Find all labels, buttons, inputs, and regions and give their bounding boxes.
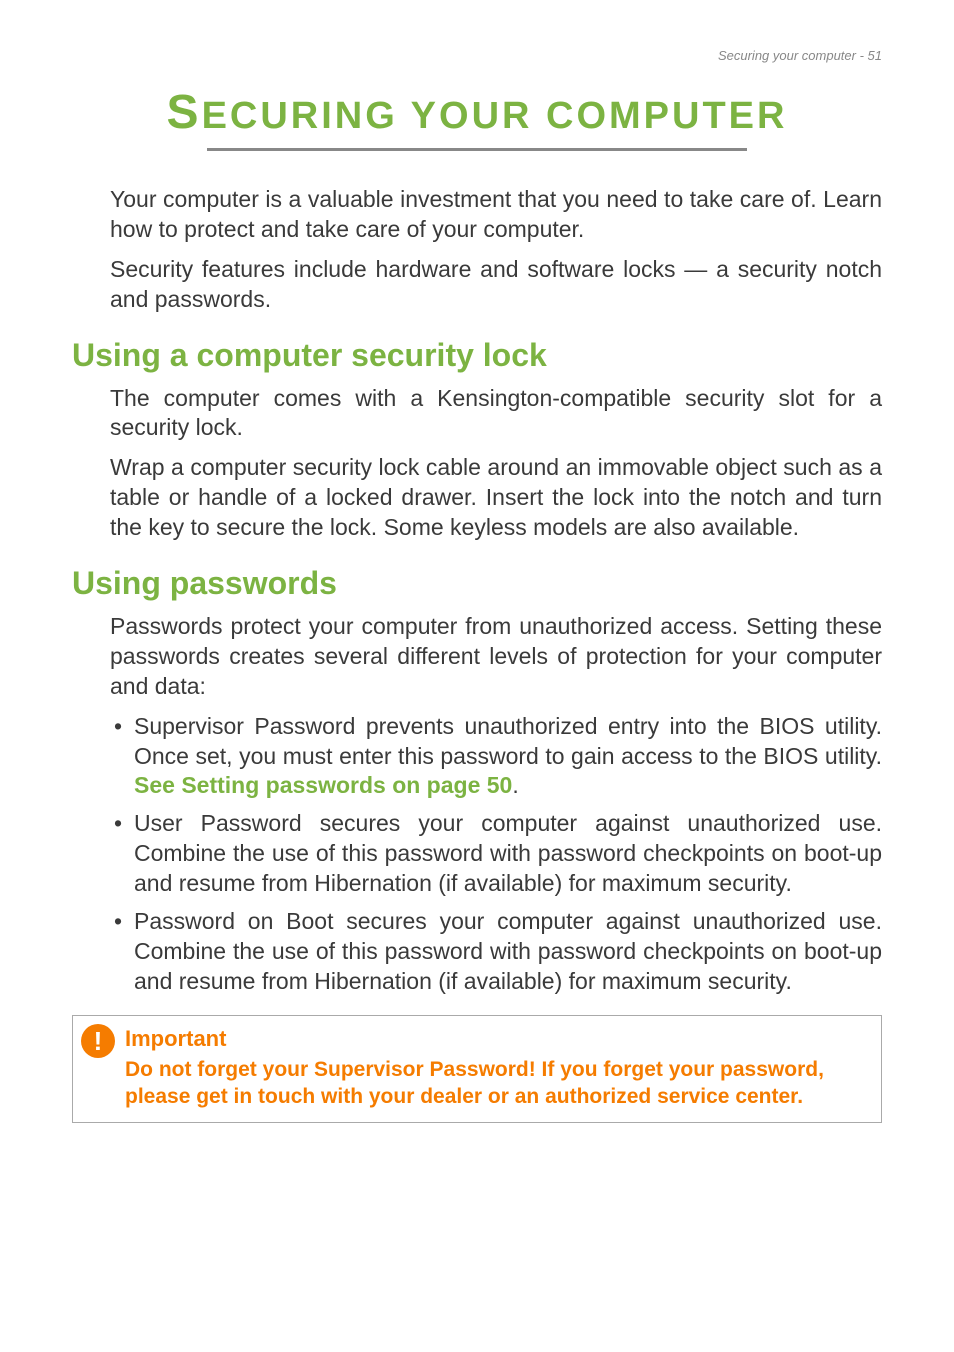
bullet-text-pre: Supervisor Password prevents unauthorize… xyxy=(134,713,882,769)
title-first-cap: S xyxy=(167,86,202,139)
title-rest: ECURING YOUR COMPUTER xyxy=(202,95,788,137)
section-heading-passwords: Using passwords xyxy=(72,565,882,602)
page-title: SECURING YOUR COMPUTER xyxy=(72,85,882,140)
list-item: Password on Boot secures your computer a… xyxy=(110,907,882,997)
bullet-text-pre: Password on Boot secures your computer a… xyxy=(134,908,882,994)
callout-body: Do not forget your Supervisor Password! … xyxy=(125,1056,869,1111)
section-heading-security-lock: Using a computer security lock xyxy=(72,337,882,374)
list-item: Supervisor Password prevents unauthorize… xyxy=(110,712,882,802)
section1-paragraph-1: The computer comes with a Kensington-com… xyxy=(110,384,882,444)
page-container: Securing your computer - 51 SECURING YOU… xyxy=(0,0,954,1123)
intro-paragraph-2: Security features include hardware and s… xyxy=(110,255,882,315)
section2-paragraph-1: Passwords protect your computer from una… xyxy=(110,612,882,702)
running-header: Securing your computer - 51 xyxy=(72,48,882,63)
bullet-text-pre: User Password secures your computer agai… xyxy=(134,810,882,896)
title-underline xyxy=(207,148,747,151)
cross-reference-link[interactable]: See Setting passwords on page 50 xyxy=(134,772,512,798)
callout-title: Important xyxy=(125,1026,869,1052)
password-bullet-list: Supervisor Password prevents unauthorize… xyxy=(110,712,882,997)
important-callout: ! Important Do not forget your Superviso… xyxy=(72,1015,882,1124)
intro-paragraph-1: Your computer is a valuable investment t… xyxy=(110,185,882,245)
exclamation-icon: ! xyxy=(81,1024,115,1058)
list-item: User Password secures your computer agai… xyxy=(110,809,882,899)
bullet-text-post: . xyxy=(512,772,518,798)
section1-paragraph-2: Wrap a computer security lock cable arou… xyxy=(110,453,882,543)
